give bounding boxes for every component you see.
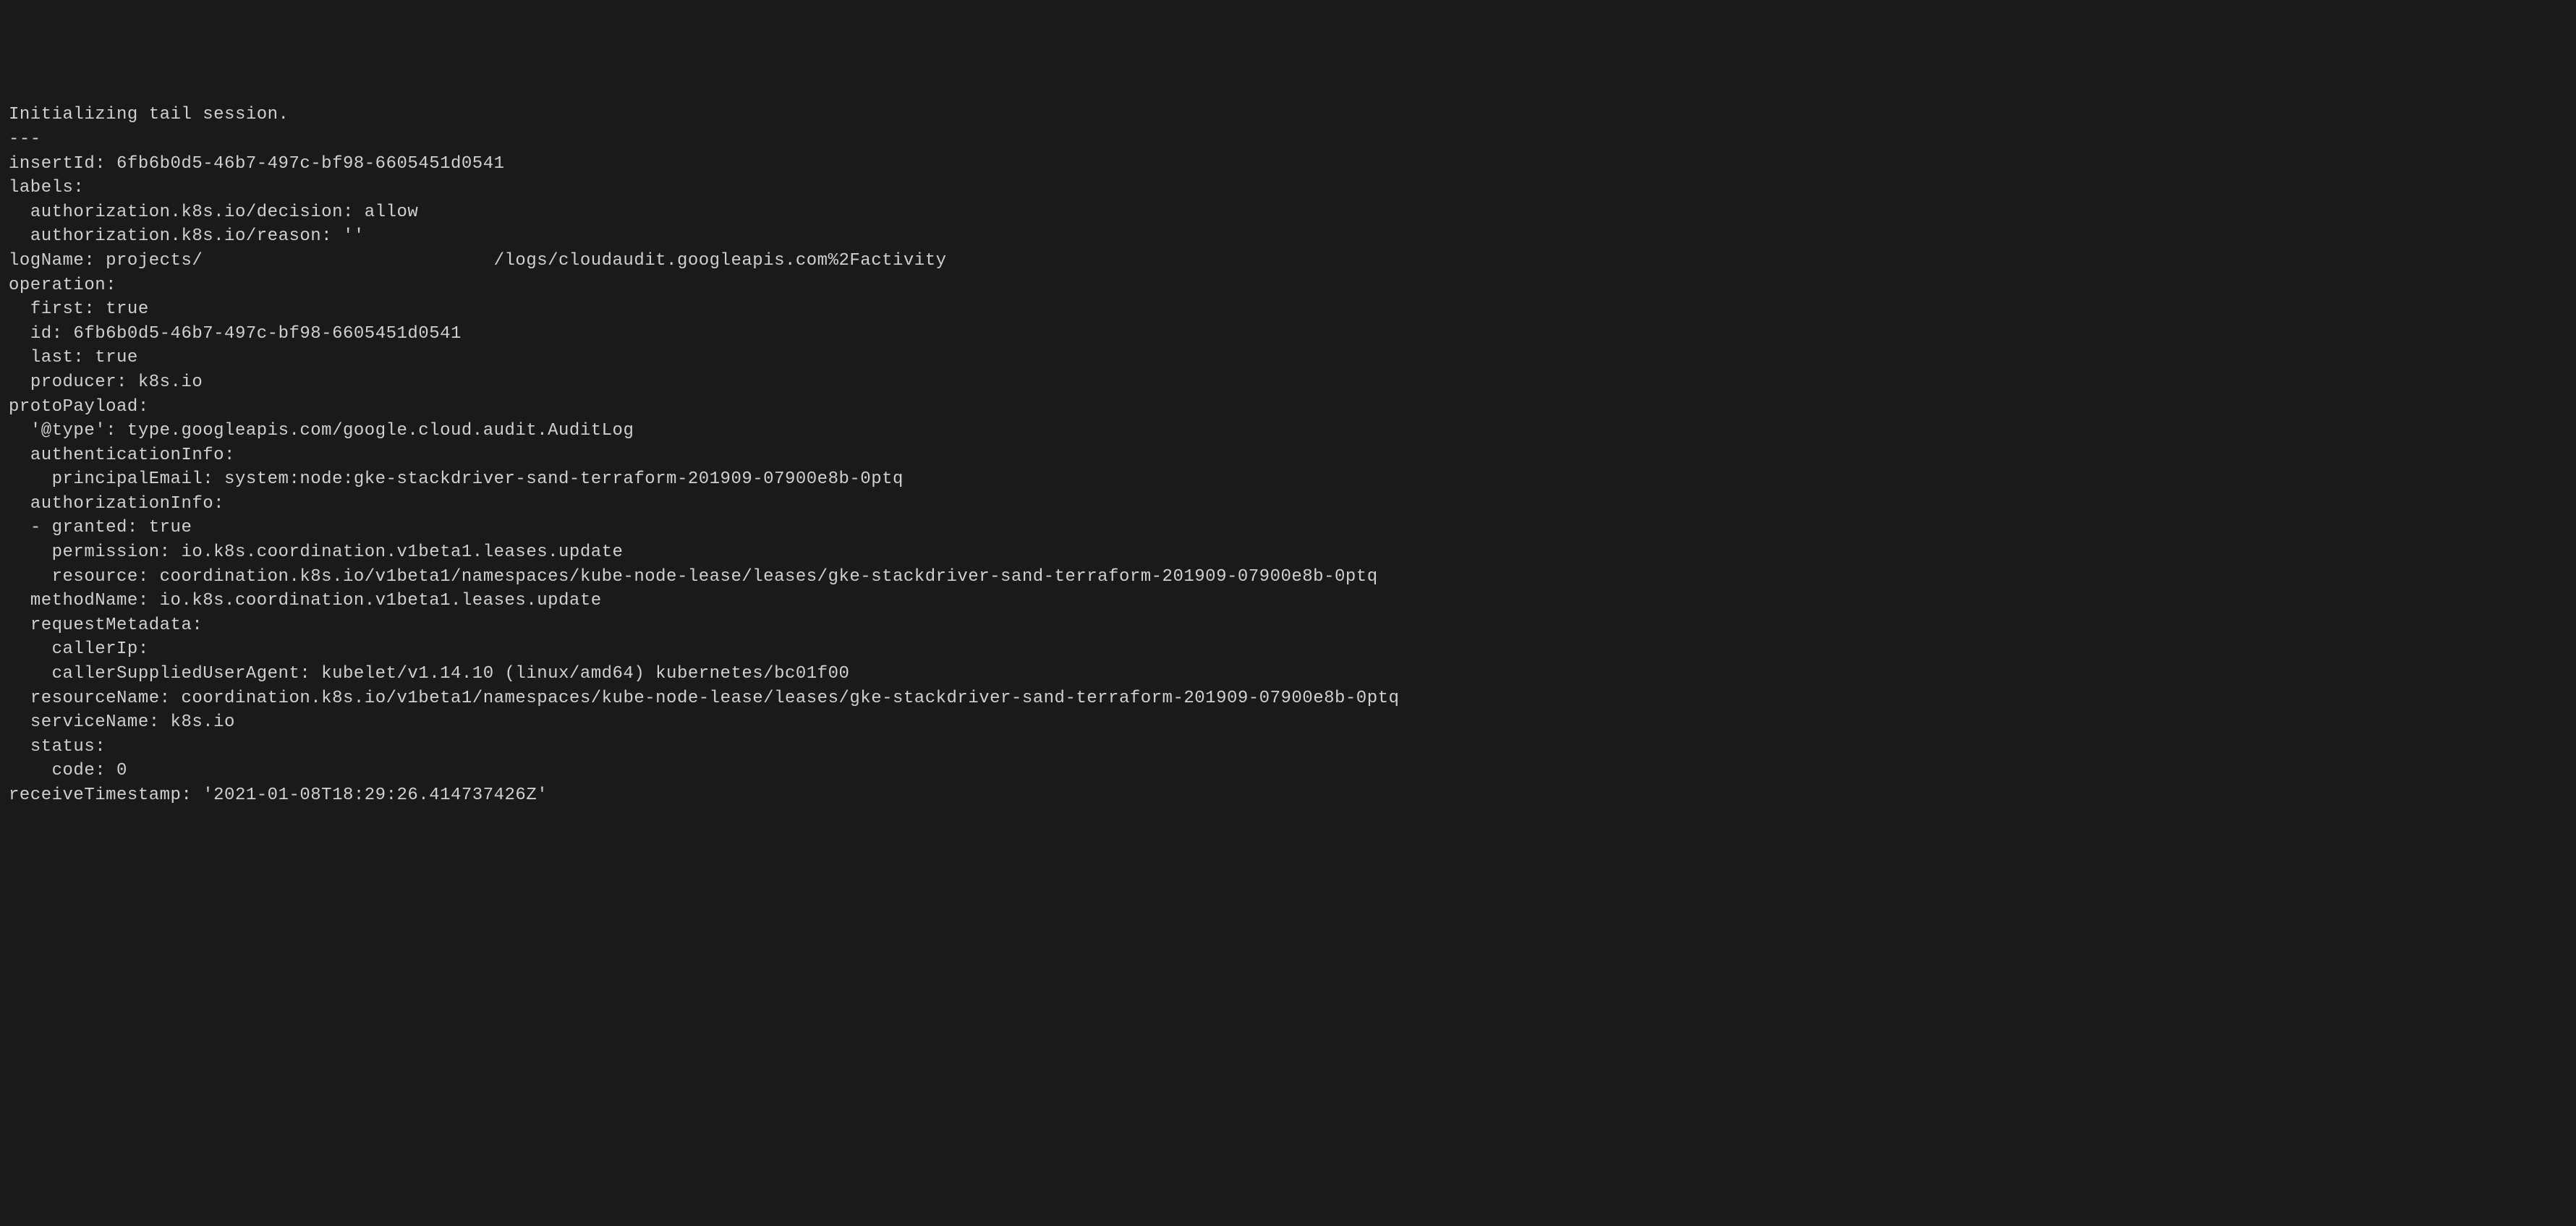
log-line: status:	[9, 737, 106, 757]
log-line: '@type': type.googleapis.com/google.clou…	[9, 421, 634, 440]
log-line: authorization.k8s.io/decision: allow	[9, 203, 418, 222]
log-line: requestMetadata:	[9, 616, 203, 635]
log-line: authorization.k8s.io/reason: ''	[9, 226, 365, 246]
log-line: insertId: 6fb6b0d5-46b7-497c-bf98-660545…	[9, 154, 505, 174]
log-line: producer: k8s.io	[9, 373, 203, 392]
log-line: receiveTimestamp: '2021-01-08T18:29:26.4…	[9, 786, 548, 805]
log-line: permission: io.k8s.coordination.v1beta1.…	[9, 542, 623, 562]
log-line: logName: projects/ /logs/cloudaudit.goog…	[9, 251, 947, 271]
log-line: authenticationInfo:	[9, 446, 235, 465]
log-line: first: true	[9, 299, 149, 319]
log-line: resourceName: coordination.k8s.io/v1beta…	[9, 689, 1399, 708]
log-line: last: true	[9, 348, 138, 367]
log-line: callerSuppliedUserAgent: kubelet/v1.14.1…	[9, 664, 849, 684]
terminal-log-output: Initializing tail session. --- insertId:…	[9, 103, 2567, 807]
log-line: resource: coordination.k8s.io/v1beta1/na…	[9, 567, 1378, 587]
log-line: authorizationInfo:	[9, 494, 224, 514]
log-line: labels:	[9, 178, 84, 197]
log-line: Initializing tail session.	[9, 105, 289, 124]
log-line: methodName: io.k8s.coordination.v1beta1.…	[9, 591, 602, 610]
log-line: operation:	[9, 276, 116, 295]
log-line: callerIp:	[9, 639, 149, 659]
log-line: - granted: true	[9, 518, 192, 537]
log-line: protoPayload:	[9, 397, 149, 417]
log-line: serviceName: k8s.io	[9, 712, 235, 732]
log-line: id: 6fb6b0d5-46b7-497c-bf98-6605451d0541	[9, 324, 462, 344]
log-line: principalEmail: system:node:gke-stackdri…	[9, 469, 904, 489]
log-line: ---	[9, 129, 41, 149]
log-line: code: 0	[9, 761, 127, 780]
